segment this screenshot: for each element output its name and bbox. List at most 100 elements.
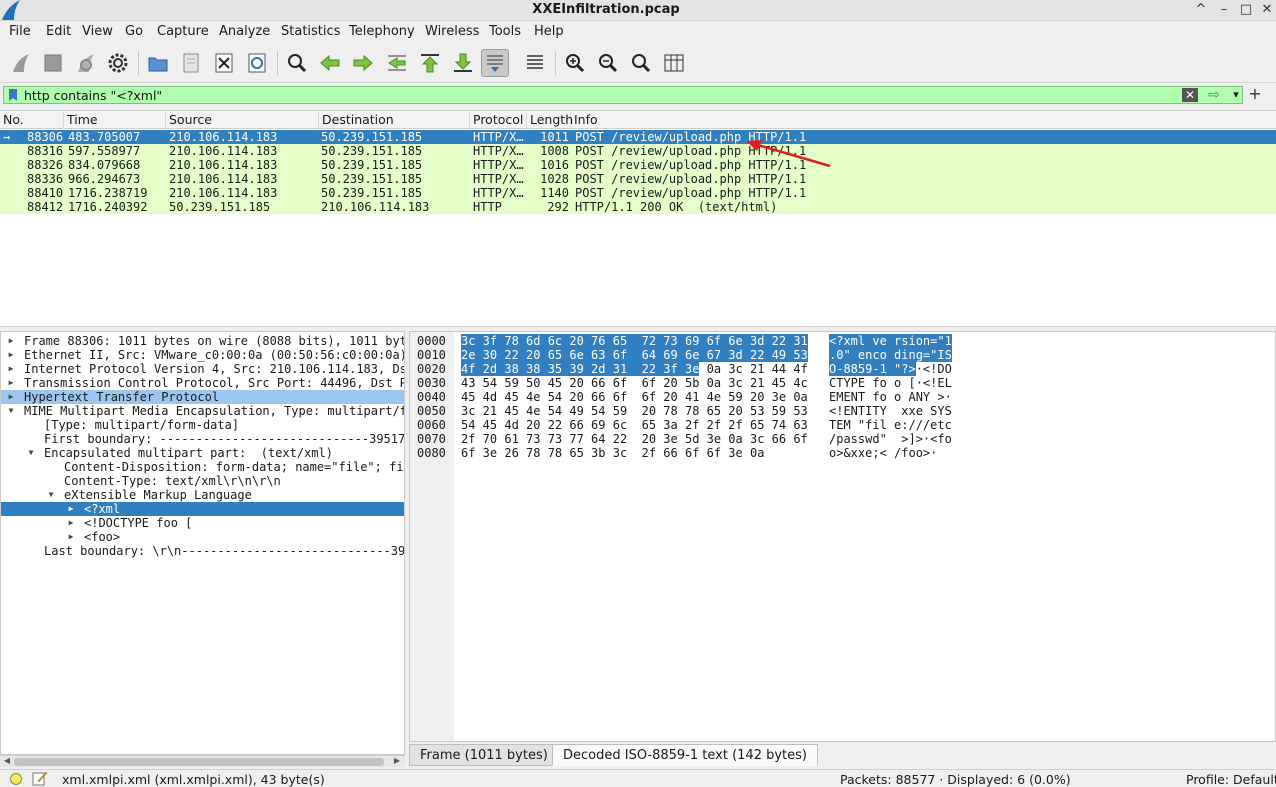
minimize-button[interactable]: ^ [1191, 1, 1211, 19]
add-filter-button[interactable]: + [1247, 85, 1263, 103]
ascii-bytes[interactable]: .0" enco ding="IS [829, 348, 952, 362]
find-packet-button[interactable] [283, 49, 311, 77]
column-header-info[interactable]: Info [571, 112, 1276, 129]
hex-bytes[interactable]: 4f 2d 38 38 35 39 2d 31 22 3f 3e 0a 3c 2… [461, 362, 808, 376]
apply-filter-arrow-icon[interactable]: ⇨ [1202, 87, 1226, 103]
hex-bytes[interactable]: 43 54 59 50 45 20 66 6f 6f 20 5b 0a 3c 2… [461, 376, 808, 390]
autoscroll-button[interactable] [481, 49, 509, 77]
normal-size-button[interactable] [627, 49, 655, 77]
go-back-button[interactable] [316, 49, 344, 77]
detail-tree-item[interactable]: ▼ eXtensible Markup Language [1, 488, 404, 502]
last-packet-button[interactable] [449, 49, 477, 77]
menu-telephony[interactable]: Telephony [349, 24, 415, 39]
hex-bytes[interactable]: 3c 3f 78 6d 6c 20 76 65 72 73 69 6f 6e 3… [461, 334, 808, 348]
detail-tree-item[interactable]: ▶ Hypertext Transfer Protocol [1, 390, 404, 404]
detail-tree-item[interactable]: ▼ Encapsulated multipart part: (text/xml) [1, 446, 404, 460]
open-file-button[interactable] [144, 49, 172, 77]
detail-tree-item[interactable]: ▶ <?xml [1, 502, 404, 516]
restart-capture-button[interactable] [72, 49, 100, 77]
display-filter-input[interactable] [24, 87, 1179, 103]
save-file-button[interactable] [177, 49, 205, 77]
start-capture-button[interactable] [7, 49, 35, 77]
ascii-bytes[interactable]: o>&xxe;< /foo>· [829, 446, 937, 460]
packet-row[interactable]: 88316 597.558977 210.106.114.183 50.239.151… [0, 144, 1276, 158]
expert-info-status-icon[interactable] [10, 773, 22, 785]
column-header-length[interactable]: Length [527, 112, 573, 129]
expand-triangle-icon[interactable]: ▶ [6, 348, 16, 362]
resize-columns-button[interactable] [660, 49, 688, 77]
profile-label[interactable]: Profile: Default [1186, 772, 1276, 787]
expand-triangle-icon[interactable]: ▶ [6, 334, 16, 348]
hex-bytes[interactable]: 2e 30 22 20 65 6e 63 6f 64 69 6e 67 3d 2… [461, 348, 808, 362]
hex-bytes[interactable]: 6f 3e 26 78 78 65 3b 3c 2f 66 6f 6f 3e 0… [461, 446, 764, 460]
detail-tree-item[interactable]: Content-Type: text/xml\r\n\r\n [1, 474, 404, 488]
packet-row[interactable]: 88410 1716.238719 210.106.114.183 50.239.15… [0, 186, 1276, 200]
menu-file[interactable]: File [9, 24, 31, 39]
menu-edit[interactable]: Edit [46, 24, 71, 39]
detail-tree-item[interactable]: [Type: multipart/form-data] [1, 418, 404, 432]
menu-help[interactable]: Help [534, 24, 564, 39]
details-horizontal-scrollbar[interactable]: ◀ ▶ [0, 755, 405, 767]
zoom-in-button[interactable] [561, 49, 589, 77]
detail-tree-item[interactable]: Content-Disposition: form-data; name="fi… [1, 460, 404, 474]
go-to-packet-button[interactable] [383, 49, 411, 77]
capture-options-button[interactable] [104, 49, 132, 77]
go-forward-button[interactable] [349, 49, 377, 77]
column-header-no[interactable]: No. [0, 112, 64, 129]
detail-tree-item[interactable]: First boundary: ------------------------… [1, 432, 404, 446]
maximize-button[interactable]: □ [1236, 1, 1256, 19]
detail-tree-item[interactable]: ▶ Ethernet II, Src: VMware_c0:00:0a (00:5… [1, 348, 404, 362]
menu-analyze[interactable]: Analyze [219, 24, 270, 39]
scroll-right-icon[interactable]: ▶ [391, 755, 403, 767]
first-packet-button[interactable] [416, 49, 444, 77]
hex-bytes[interactable]: 3c 21 45 4e 54 49 54 59 20 78 78 65 20 5… [461, 404, 808, 418]
menu-wireless[interactable]: Wireless [425, 24, 479, 39]
column-header-source[interactable]: Source [166, 112, 319, 129]
column-header-time[interactable]: Time [64, 112, 166, 129]
ascii-bytes[interactable]: EMENT fo o ANY >· [829, 390, 952, 404]
column-header-destination[interactable]: Destination [319, 112, 470, 129]
detail-tree-item[interactable]: ▶ Transmission Control Protocol, Src Port… [1, 376, 404, 390]
hex-bytes[interactable]: 45 4d 45 4e 54 20 66 6f 6f 20 41 4e 59 2… [461, 390, 808, 404]
menu-tools[interactable]: Tools [489, 24, 521, 39]
detail-tree-item[interactable]: ▶ <!DOCTYPE foo [ [1, 516, 404, 530]
detail-tree-item[interactable]: ▼ MIME Multipart Media Encapsulation, Typ… [1, 404, 404, 418]
ascii-bytes[interactable]: <!ENTITY xxe SYS [829, 404, 952, 418]
column-header-protocol[interactable]: Protocol [470, 112, 527, 129]
menu-statistics[interactable]: Statistics [281, 24, 340, 39]
collapse-triangle-icon[interactable]: ▼ [46, 488, 56, 502]
expand-triangle-icon[interactable]: ▶ [6, 390, 16, 404]
collapse-triangle-icon[interactable]: ▼ [26, 446, 36, 460]
detail-tree-item[interactable]: ▶ Internet Protocol Version 4, Src: 210.1… [1, 362, 404, 376]
ascii-bytes[interactable]: <?xml ve rsion="1 [829, 334, 952, 348]
packet-row[interactable]: 88326 834.079668 210.106.114.183 50.239.151… [0, 158, 1276, 172]
ascii-bytes[interactable]: TEM "fil e:///etc [829, 418, 952, 432]
chevron-down-icon[interactable]: ▾ [1230, 87, 1242, 103]
expand-triangle-icon[interactable]: ▶ [66, 516, 76, 530]
expand-triangle-icon[interactable]: ▶ [6, 362, 16, 376]
ascii-bytes[interactable]: O-8859-1 "?>·<!DO [829, 362, 952, 376]
bookmark-icon[interactable] [6, 88, 20, 102]
detail-tree-item[interactable]: ▶ <foo> [1, 530, 404, 544]
scrollbar-thumb[interactable] [14, 758, 384, 766]
packet-row[interactable]: → 88306 483.705007 210.106.114.183 50.239.15… [0, 130, 1276, 144]
packet-row[interactable]: 88336 966.294673 210.106.114.183 50.239.151… [0, 172, 1276, 186]
detail-tree-item[interactable]: ▶ Frame 88306: 1011 bytes on wire (8088 b… [1, 334, 404, 348]
packet-row[interactable]: 88412 1716.240392 50.239.151.185 210.106.11… [0, 200, 1276, 214]
close-window-button[interactable]: ✕ [1257, 1, 1276, 19]
close-file-button[interactable] [210, 49, 238, 77]
menu-go[interactable]: Go [125, 24, 143, 39]
reload-file-button[interactable] [243, 49, 271, 77]
hex-bytes[interactable]: 54 45 4d 20 22 66 69 6c 65 3a 2f 2f 2f 6… [461, 418, 808, 432]
edit-comment-icon[interactable] [32, 771, 48, 786]
expand-triangle-icon[interactable]: ▶ [6, 376, 16, 390]
restore-button[interactable]: – [1214, 1, 1234, 19]
collapse-triangle-icon[interactable]: ▼ [6, 404, 16, 418]
detail-tree-item[interactable]: Last boundary: \r\n---------------------… [1, 544, 404, 558]
tab-frame-bytes[interactable]: Frame (1011 bytes) [409, 744, 559, 766]
expand-triangle-icon[interactable]: ▶ [66, 530, 76, 544]
clear-filter-icon[interactable]: ✕ [1182, 88, 1198, 102]
hex-bytes[interactable]: 2f 70 61 73 73 77 64 22 20 3e 5d 3e 0a 3… [461, 432, 808, 446]
zoom-out-button[interactable] [594, 49, 622, 77]
tab-decoded-text[interactable]: Decoded ISO-8859-1 text (142 bytes) [552, 744, 818, 766]
